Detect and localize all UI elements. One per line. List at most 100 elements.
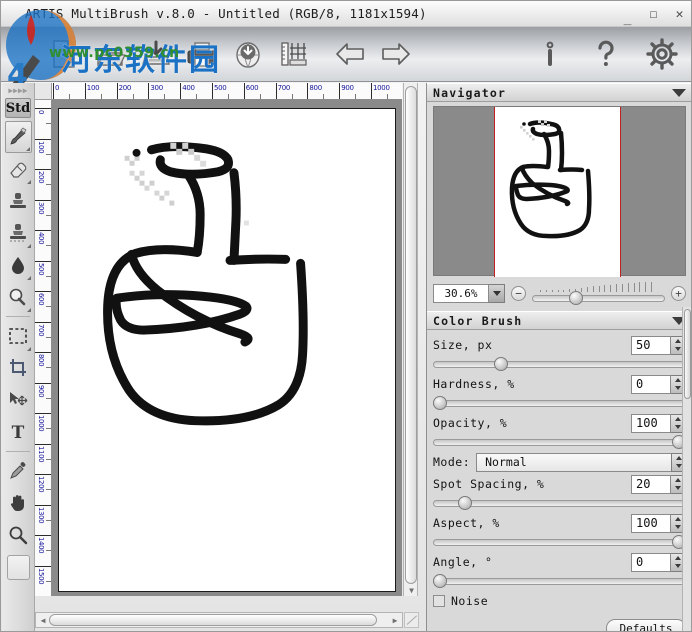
ruler-corner[interactable] <box>35 83 52 100</box>
pattern-stamp-tool[interactable] <box>5 217 32 249</box>
image-size-icon[interactable] <box>277 37 311 71</box>
aspect-spinner[interactable]: 100 <box>631 513 686 533</box>
color-brush-panel-header[interactable]: Color Brush <box>427 311 691 330</box>
document-canvas[interactable] <box>58 108 396 592</box>
info-icon[interactable] <box>533 37 567 71</box>
zoom-slider-knob[interactable] <box>569 291 584 305</box>
help-icon[interactable] <box>589 37 623 71</box>
text-tool[interactable]: T <box>5 416 32 448</box>
palette-divider <box>6 316 30 317</box>
opacity-spinner[interactable]: 100 <box>631 413 686 433</box>
zoom-level-value[interactable]: 30.6% <box>433 283 489 303</box>
zoom-slider[interactable] <box>532 282 665 305</box>
ruler-tick <box>35 169 51 170</box>
dock-scrollbar[interactable]: ▲ ▼ <box>682 307 691 631</box>
eyedropper-tool[interactable] <box>5 455 32 487</box>
hand-tool[interactable] <box>5 487 32 519</box>
preset-std-button[interactable]: Std <box>5 98 31 118</box>
undo-arrow-icon[interactable] <box>333 37 367 71</box>
new-document-icon[interactable] <box>47 37 81 71</box>
resize-grip[interactable] <box>404 612 419 628</box>
eraser-tool[interactable] <box>5 153 32 185</box>
ruler-label: 1100 <box>37 445 45 462</box>
zoom-dropdown-button[interactable] <box>489 283 505 303</box>
dodge-tool[interactable] <box>5 281 32 313</box>
size-slider-knob[interactable] <box>493 357 508 371</box>
zoom-in-button[interactable]: + <box>671 285 686 301</box>
vertical-scroll-thumb[interactable] <box>405 86 417 584</box>
blur-drop-tool[interactable] <box>5 249 32 281</box>
ruler-tick <box>212 83 213 99</box>
ruler-label: 400 <box>37 232 45 245</box>
palette-expand-arrows-icon[interactable]: ▶▶▶▶ <box>2 83 34 97</box>
spot-spacing-slider[interactable] <box>433 496 686 510</box>
settings-gear-icon[interactable] <box>645 37 679 71</box>
spot-spacing-spinner[interactable]: 20 <box>631 474 686 494</box>
aspect-slider[interactable] <box>433 535 686 549</box>
open-folder-icon[interactable] <box>93 37 127 71</box>
scroll-left-arrow-icon[interactable]: ◀ <box>37 614 49 626</box>
horizontal-scroll-thumb[interactable] <box>49 614 377 626</box>
chevron-down-icon[interactable] <box>672 88 686 97</box>
print-icon[interactable] <box>185 37 219 71</box>
spot-spacing-slider-knob[interactable] <box>458 496 473 510</box>
move-tool[interactable] <box>5 384 32 416</box>
canvas-vertical-scrollbar[interactable]: ▲ ▼ <box>403 83 418 596</box>
opacity-value[interactable]: 100 <box>631 413 671 433</box>
size-slider-track[interactable] <box>433 361 686 368</box>
toolbar-left-group <box>47 37 413 71</box>
save-icon[interactable] <box>139 37 173 71</box>
ruler-tick <box>35 474 51 475</box>
hardness-spinner[interactable]: 0 <box>631 374 686 394</box>
close-button[interactable]: ✕ <box>672 8 687 21</box>
aspect-value[interactable]: 100 <box>631 513 671 533</box>
angle-spinner[interactable]: 0 <box>631 552 686 572</box>
noise-label: Noise <box>451 594 489 608</box>
zoom-out-button[interactable]: − <box>511 285 526 301</box>
size-value[interactable]: 50 <box>631 335 671 355</box>
foreground-color-swatch[interactable] <box>6 555 30 580</box>
size-row: Size, px 50 <box>433 334 686 356</box>
aspect-slider-track[interactable] <box>433 539 686 546</box>
angle-value[interactable]: 0 <box>631 552 671 572</box>
navigator-panel-header[interactable]: Navigator <box>427 83 691 102</box>
navigator-thumbnail[interactable] <box>433 106 686 277</box>
window-title: ARTIS MultiBrush v.8.0 - Untitled (RGB/8… <box>25 6 427 21</box>
zoom-tool[interactable] <box>5 519 32 551</box>
maximize-button[interactable]: ☐ <box>646 8 661 21</box>
toolbar-right-group <box>533 37 679 71</box>
download-web-icon[interactable] <box>231 37 265 71</box>
tool-flyout-corner-icon <box>26 244 31 248</box>
opacity-slider[interactable] <box>433 435 686 449</box>
ruler-label: 800 <box>309 84 322 92</box>
scroll-down-arrow-icon[interactable]: ▼ <box>404 584 419 597</box>
defaults-button[interactable]: Defaults <box>606 619 686 631</box>
canvas-viewport[interactable] <box>52 100 402 596</box>
redo-arrow-icon[interactable] <box>379 37 413 71</box>
hardness-value[interactable]: 0 <box>631 374 671 394</box>
crop-tool[interactable] <box>5 352 32 384</box>
clone-stamp-tool[interactable] <box>5 185 32 217</box>
noise-row[interactable]: Noise <box>433 590 686 612</box>
size-slider[interactable] <box>433 357 686 371</box>
scroll-right-arrow-icon[interactable]: ▶ <box>389 614 401 626</box>
hardness-slider-knob[interactable] <box>433 396 447 410</box>
opacity-slider-track[interactable] <box>433 439 686 446</box>
spot-spacing-value[interactable]: 20 <box>631 474 671 494</box>
zoom-slider-track[interactable] <box>532 295 665 302</box>
zoom-level-combo[interactable]: 30.6% <box>433 283 505 303</box>
brush-tool[interactable] <box>4 121 32 153</box>
angle-slider-knob[interactable] <box>433 574 447 588</box>
color-brush-panel-body: Size, px 50 Hardness, % 0 Opacity, % 100… <box>427 330 691 631</box>
hardness-slider-track[interactable] <box>433 400 686 407</box>
angle-slider[interactable] <box>433 574 686 588</box>
minimize-button[interactable]: _ <box>620 12 635 25</box>
canvas-horizontal-scrollbar[interactable]: ◀ ▶ <box>35 612 403 628</box>
angle-slider-track[interactable] <box>433 578 686 585</box>
mode-select[interactable]: Normal <box>476 452 686 472</box>
dock-scroll-thumb[interactable] <box>684 309 691 399</box>
size-spinner[interactable]: 50 <box>631 335 686 355</box>
hardness-slider[interactable] <box>433 396 686 410</box>
rectangular-marquee-tool[interactable] <box>5 320 32 352</box>
noise-checkbox[interactable] <box>433 595 445 607</box>
